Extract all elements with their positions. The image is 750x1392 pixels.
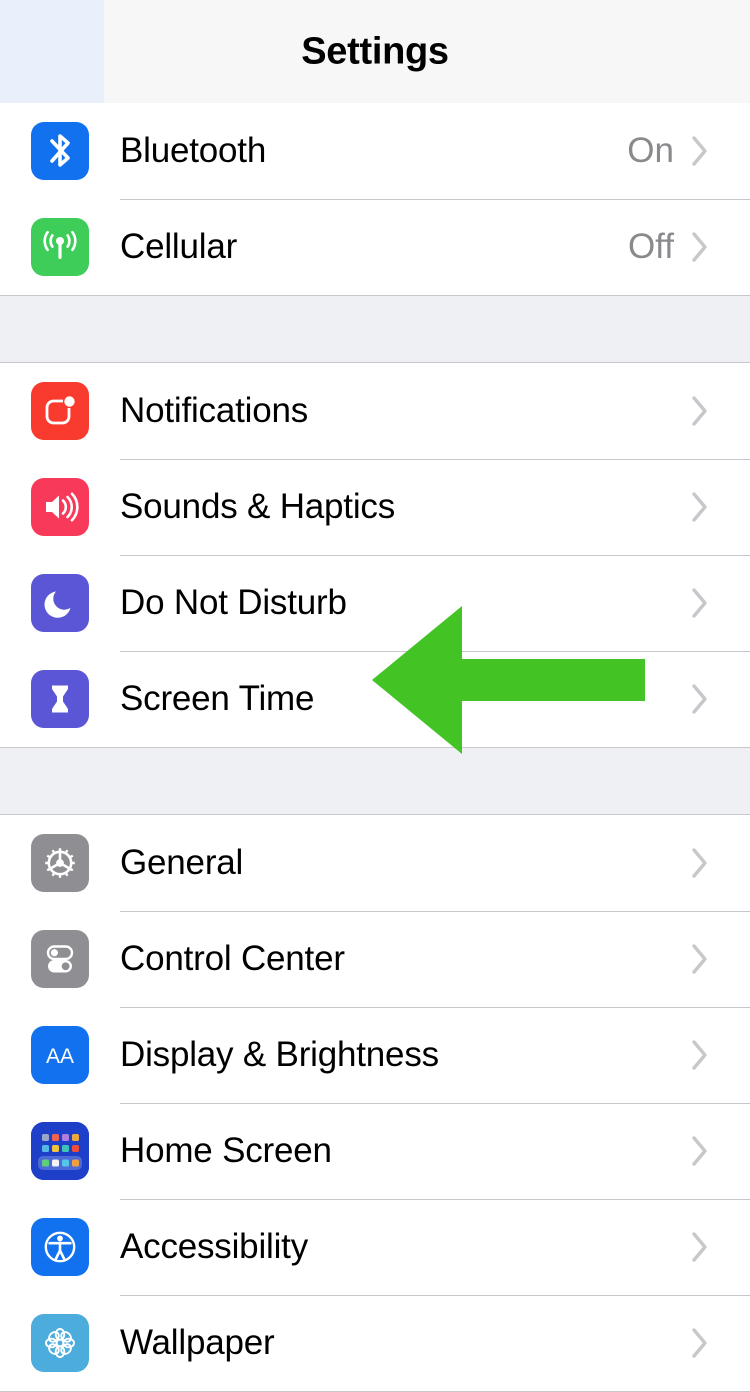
settings-group-alerts: Notifications Sounds & Haptics Do Not Di… — [0, 362, 750, 748]
bluetooth-icon — [31, 122, 89, 180]
screen-time-icon — [31, 670, 89, 728]
settings-row-label: Screen Time — [120, 679, 315, 718]
chevron-right-icon — [690, 586, 736, 620]
icon-slot — [0, 1314, 120, 1372]
icon-slot — [0, 574, 120, 632]
svg-text:AA: AA — [46, 1045, 74, 1068]
icon-slot: AA — [0, 1026, 120, 1084]
chevron-right-icon — [690, 1326, 736, 1360]
settings-row-display-brightness[interactable]: AA Display & Brightness — [0, 1007, 750, 1103]
settings-row-label: Notifications — [120, 391, 309, 430]
chevron-right-icon — [690, 846, 736, 880]
settings-row-screen-time[interactable]: Screen Time — [0, 651, 750, 747]
settings-row-label: Cellular — [120, 227, 238, 266]
settings-row-label: Wallpaper — [120, 1323, 275, 1362]
settings-row-accessibility[interactable]: Accessibility — [0, 1199, 750, 1295]
control-center-icon — [31, 930, 89, 988]
settings-row-general[interactable]: General — [0, 815, 750, 911]
wallpaper-icon — [31, 1314, 89, 1372]
notifications-icon — [31, 382, 89, 440]
icon-slot — [0, 478, 120, 536]
icon-slot — [0, 930, 120, 988]
settings-row-notifications[interactable]: Notifications — [0, 363, 750, 459]
settings-row-label: Accessibility — [120, 1227, 309, 1266]
general-gear-icon — [31, 834, 89, 892]
settings-row-value: On — [627, 131, 674, 170]
settings-row-label: Sounds & Haptics — [120, 487, 396, 526]
settings-row-control-center[interactable]: Control Center — [0, 911, 750, 1007]
chevron-right-icon — [690, 682, 736, 716]
settings-row-label: Home Screen — [120, 1131, 332, 1170]
settings-row-bluetooth[interactable]: Bluetooth On — [0, 103, 750, 199]
sounds-haptics-icon — [31, 478, 89, 536]
settings-row-value: Off — [627, 227, 674, 266]
page-title: Settings — [301, 30, 449, 72]
do-not-disturb-icon — [31, 574, 89, 632]
chevron-right-icon — [690, 134, 736, 168]
settings-group-system: General Control Center AA Display & Brig… — [0, 814, 750, 1392]
accessibility-icon — [31, 1218, 89, 1276]
settings-row-sounds-haptics[interactable]: Sounds & Haptics — [0, 459, 750, 555]
icon-slot — [0, 834, 120, 892]
settings-row-do-not-disturb[interactable]: Do Not Disturb — [0, 555, 750, 651]
chevron-right-icon — [690, 394, 736, 428]
settings-row-label: Bluetooth — [120, 131, 267, 170]
icon-slot — [0, 670, 120, 728]
settings-group-connectivity: Bluetooth On Cellular Off — [0, 103, 750, 296]
chevron-right-icon — [690, 1134, 736, 1168]
chevron-right-icon — [690, 1038, 736, 1072]
settings-row-cellular[interactable]: Cellular Off — [0, 199, 750, 295]
chevron-right-icon — [690, 490, 736, 524]
group-separator-gap — [0, 295, 750, 363]
settings-row-home-screen[interactable]: Home Screen — [0, 1103, 750, 1199]
settings-row-label: General — [120, 843, 244, 882]
icon-slot — [0, 1122, 120, 1180]
home-screen-icon — [31, 1122, 89, 1180]
icon-slot — [0, 1218, 120, 1276]
navigation-bar: Settings — [0, 0, 750, 104]
chevron-right-icon — [690, 942, 736, 976]
icon-slot — [0, 382, 120, 440]
display-brightness-icon: AA — [31, 1026, 89, 1084]
settings-list: Bluetooth On Cellular Off Notifications … — [0, 103, 750, 1392]
chevron-right-icon — [690, 1230, 736, 1264]
icon-slot — [0, 122, 120, 180]
group-separator-gap — [0, 747, 750, 815]
chevron-right-icon — [690, 230, 736, 264]
settings-row-label: Do Not Disturb — [120, 583, 347, 622]
settings-row-label: Display & Brightness — [120, 1035, 439, 1074]
cellular-icon — [31, 218, 89, 276]
settings-row-label: Control Center — [120, 939, 345, 978]
settings-row-wallpaper[interactable]: Wallpaper — [0, 1295, 750, 1391]
icon-slot — [0, 218, 120, 276]
